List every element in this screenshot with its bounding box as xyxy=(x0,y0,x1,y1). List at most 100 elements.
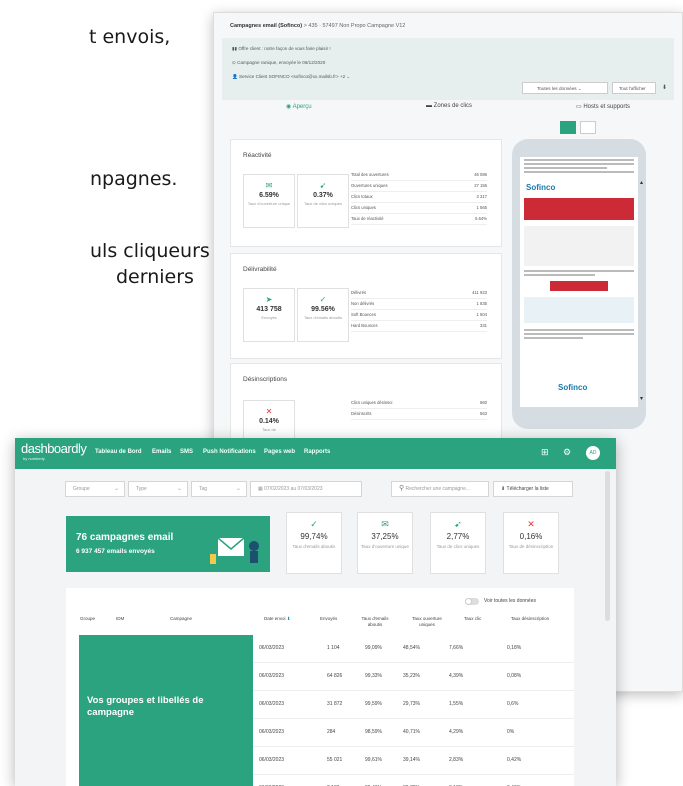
metric-label: Clics totaux xyxy=(351,194,373,199)
col-idm[interactable]: IDM xyxy=(116,616,124,622)
table-row[interactable]: 06/03/20232 18699,41%30,79%3,13%0,46% xyxy=(253,775,574,786)
table-cell: 06/03/2023 xyxy=(259,757,285,763)
metric-value: 1 565 xyxy=(476,205,487,210)
click-rate-kpi: ➹ 0.37% Taux de clics uniques xyxy=(297,174,349,228)
table-row[interactable]: 06/03/2023 31 872 99,59% 29,73% 1,55% 0,6% xyxy=(253,691,574,719)
display-select[interactable]: Tout l'afficher xyxy=(612,82,656,94)
scroll-down-icon[interactable]: ▾ xyxy=(640,395,643,402)
close-icon: ✕ xyxy=(265,407,273,416)
table-cell: 2,83% xyxy=(449,757,464,763)
table-cell: 1 104 xyxy=(327,645,340,651)
metric-row: Ouvertures uniques 27 156 xyxy=(351,181,487,192)
search-input[interactable]: ⚲ Rechercher une campagne... xyxy=(391,481,489,497)
group-label-block: Vos groupes et libellés de campagne xyxy=(79,635,253,786)
kpi-label: Taux d'ouverture unique xyxy=(361,544,409,549)
delivered-rate-kpi: ✓ 99.56% Taux d'emails aboutis xyxy=(297,288,349,342)
table-row[interactable]: 06/03/2023 1 104 99,09% 48,54% 7,66% 0,18% xyxy=(253,635,574,663)
col-sent[interactable]: Envoyés xyxy=(320,616,337,622)
nav-reports[interactable]: Rapports xyxy=(304,449,330,455)
tag-select[interactable]: Tag ⌄ xyxy=(191,481,247,497)
metric-label: Soft Bounces xyxy=(351,312,376,317)
download-list-button[interactable]: ⬇ Télécharger la liste xyxy=(493,481,573,497)
filter-select[interactable]: Toutes les données ⌄ xyxy=(522,82,608,94)
metric-label: Ouvertures uniques xyxy=(351,183,388,188)
apps-grid-icon[interactable]: ⊞ xyxy=(541,447,549,458)
table-cell: 0,42% xyxy=(507,757,522,763)
metric-value: 5.64% xyxy=(475,216,487,221)
reactivity-card: Réactivité ✉ 6.59% Taux d'ouverture uniq… xyxy=(230,139,502,247)
open-rate-kpi: ✉ 6.59% Taux d'ouverture unique xyxy=(243,174,295,228)
scroll-up-icon[interactable]: ▴ xyxy=(640,179,643,186)
col-group[interactable]: Groupe xyxy=(80,616,95,622)
col-delivered-rate[interactable]: Taux d'emails aboutis xyxy=(354,616,396,627)
metric-row: Hard Bounces 331 xyxy=(351,321,487,332)
campaign-count: 76 campagnes email xyxy=(76,532,174,543)
sort-down-icon: ⬇ xyxy=(286,616,291,621)
col-open-rate[interactable]: Taux ouverture uniques xyxy=(406,616,448,627)
envelope-icon: ✉ xyxy=(381,519,389,529)
email-preview[interactable]: Sofinco Sofinco xyxy=(520,157,638,407)
nav-webpages[interactable]: Pages web xyxy=(264,449,295,455)
tab-hosts[interactable]: ▭ Hosts et supports xyxy=(576,103,630,110)
table-cell: 06/03/2023 xyxy=(259,673,285,679)
gear-icon[interactable]: ⚙ xyxy=(563,447,571,458)
col-campaign[interactable]: Campagne xyxy=(170,616,192,622)
show-all-toggle[interactable] xyxy=(465,598,479,605)
nav-emails[interactable]: Emails xyxy=(152,449,171,455)
mobile-view-toggle[interactable] xyxy=(560,121,576,134)
card-title: Désinscriptions xyxy=(243,376,288,383)
breadcrumb-root[interactable]: Campagnes email (Sofinco) xyxy=(230,23,302,29)
tab-click-zones[interactable]: ▬ Zones de clics xyxy=(426,103,472,109)
check-icon: ✓ xyxy=(310,519,318,529)
metric-value: 3 317 xyxy=(476,194,487,199)
nav-sms[interactable]: SMS xyxy=(180,449,193,455)
dashboard-window: dashboardly by numberly Tableau de Bord … xyxy=(15,438,616,786)
metric-value: 1 835 xyxy=(476,301,487,306)
date-range-picker[interactable]: ▦ 07/02/2023 au 07/03/2023 xyxy=(250,481,362,497)
campaign-summary-banner: 76 campagnes email 6 937 457 emails envo… xyxy=(66,516,270,572)
col-send-date[interactable]: Date envoi ⬇ xyxy=(264,616,291,622)
nav-push[interactable]: Push Notifications xyxy=(203,449,256,455)
table-cell: 0,08% xyxy=(507,673,522,679)
cursor-icon: ➹ xyxy=(454,519,462,529)
tab-preview[interactable]: ◉ Aperçu xyxy=(286,103,312,110)
background-text: derniers xyxy=(116,266,194,288)
nav-dashboard[interactable]: Tableau de Bord xyxy=(95,449,142,455)
table-cell: 1,55% xyxy=(449,701,464,707)
group-select[interactable]: Groupe ⌄ xyxy=(65,481,125,497)
table-row[interactable]: 06/03/2023 64 826 99,33% 35,23% 4,39% 0,08% xyxy=(253,663,574,691)
table-row[interactable]: 06/03/2023 284 98,59% 40,71% 4,29% 0% xyxy=(253,719,574,747)
metric-row: Clics uniques 1 565 xyxy=(351,203,487,214)
show-all-label: Voir toutes les données xyxy=(484,598,536,604)
download-icon: ⬇ xyxy=(501,486,506,492)
table-cell: 06/03/2023 xyxy=(259,645,285,651)
table-cell: 99,09% xyxy=(365,645,382,651)
page-scrollbar[interactable] xyxy=(605,471,610,621)
desktop-view-toggle[interactable] xyxy=(580,121,596,134)
check-icon: ✓ xyxy=(319,295,327,304)
table-cell: 0,6% xyxy=(507,701,519,707)
x-icon: ✕ xyxy=(527,519,535,529)
table-cell: 06/03/2023 xyxy=(259,701,285,707)
mail-illustration-icon xyxy=(210,537,259,564)
col-click-rate[interactable]: Taux clic xyxy=(464,616,481,622)
col-unsub-rate[interactable]: Taux désinscription xyxy=(510,616,550,622)
table-cell: 40,71% xyxy=(403,729,420,735)
kpi-card: ✓ 99,74% Taux d'emails aboutis xyxy=(286,512,342,574)
reactivity-metrics: Total des ouvertures 46 086 Ouvertures uni… xyxy=(351,170,487,225)
download-icon[interactable]: ⬇ xyxy=(662,84,667,91)
mobile-preview-frame: Sofinco Sofinco ▴ ▾ xyxy=(512,139,646,429)
logo-subtitle: by numberly xyxy=(23,456,45,461)
metric-value: 411 923 xyxy=(472,290,487,295)
user-avatar[interactable]: AD xyxy=(586,446,600,460)
kpi-label: Taux d'emails aboutis xyxy=(292,544,336,549)
table-row[interactable]: 06/03/2023 55 021 99,61% 39,14% 2,83% 0,42% xyxy=(253,747,574,775)
metric-label: Clics uniques désinscr. xyxy=(351,400,394,405)
metric-row: Clics uniques désinscr. 660 xyxy=(351,398,487,409)
deliverability-card: Délivrabilité ➤ 413 758 Envoyés ✓ 99.56%… xyxy=(230,253,502,359)
campaigns-table-panel: Voir toutes les données Groupe IDM Campa… xyxy=(66,588,574,786)
type-select[interactable]: Type ⌄ xyxy=(128,481,188,497)
card-title: Délivrabilité xyxy=(243,266,277,273)
app-logo[interactable]: dashboardly xyxy=(21,441,87,456)
metric-label: Total des ouvertures xyxy=(351,172,389,177)
